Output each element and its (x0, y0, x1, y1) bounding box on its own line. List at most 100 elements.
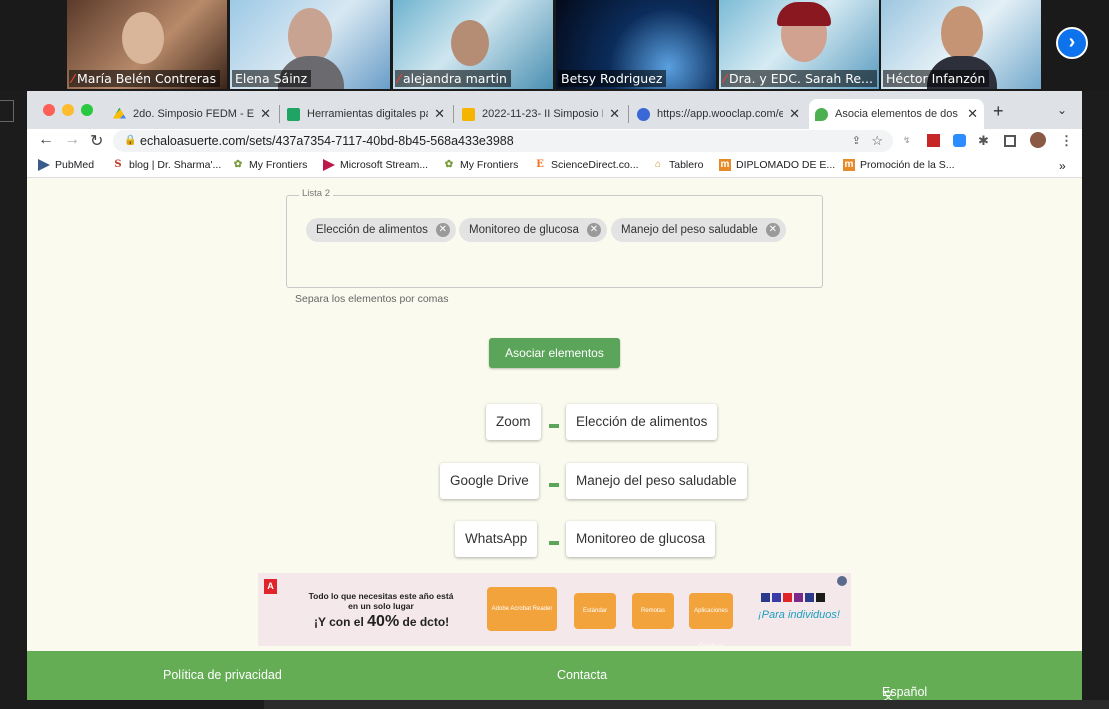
browser-menu-icon[interactable]: ⋮ (1060, 133, 1073, 149)
contact-link[interactable]: Contacta (557, 668, 607, 682)
new-tab-button[interactable]: + (993, 101, 1004, 122)
page-content: Lista 2 Elección de alimentos ✕ Monitoreo… (27, 179, 1082, 703)
close-tab-icon[interactable]: ✕ (967, 106, 978, 122)
close-tab-icon[interactable]: ✕ (434, 106, 445, 122)
ad-headline: Todo lo que necesitas este año está en u… (308, 591, 454, 611)
tablero-icon: ⌂ (654, 159, 662, 170)
moodle-icon: m (843, 159, 855, 171)
extension-red-icon[interactable] (927, 134, 940, 147)
google-sheets-icon (287, 107, 300, 121)
frontiers-icon: ✿ (444, 159, 454, 170)
privacy-policy-link[interactable]: Política de privacidad (163, 668, 282, 682)
pair-connector (549, 483, 559, 487)
result-right-item: Monitoreo de glucosa (566, 521, 716, 557)
indesign-icon (805, 593, 814, 602)
address-bar[interactable]: 🔒 echaloasuerte.com/sets/437a7354-7117-4… (113, 130, 893, 152)
tab-wooclap[interactable]: https://app.wooclap.com/e ✕ (631, 99, 806, 129)
back-icon[interactable]: ← (38, 131, 54, 149)
remove-chip-icon[interactable]: ✕ (435, 223, 450, 237)
participant-name: alejandra martin (403, 71, 507, 86)
extensions-puzzle-icon[interactable]: ✱ (978, 133, 989, 149)
participant-tile[interactable]: Betsy Rodriguez (556, 0, 716, 89)
result-left-item: Zoom (486, 404, 541, 440)
list2-chip: Elección de alimentos ✕ (306, 218, 456, 242)
bookmark-star-icon[interactable]: ☆ (871, 130, 883, 152)
participant-name: Héctor Infanzón (886, 71, 986, 86)
participant-tile[interactable]: ⁄ María Belén Contreras (67, 0, 227, 89)
bookmark-diplomado[interactable]: m DIPLOMADO DE E... (719, 159, 835, 171)
bookmark-pubmed[interactable]: PubMed (38, 159, 94, 171)
acrobat-icon (783, 593, 792, 602)
creative-cloud-icon (816, 593, 825, 602)
pair-connector (549, 541, 559, 545)
browser-toolbar: ← → ↻ 🔒 echaloasuerte.com/sets/437a7354-… (27, 129, 1082, 154)
os-taskbar (264, 700, 1109, 709)
translate-extension-icon[interactable]: ↯ (903, 135, 911, 146)
ad-folder: Remotas (632, 593, 674, 629)
chevron-right-icon: › (1068, 31, 1076, 53)
browser-window: 2do. Simposio FEDM - Ele ✕ Herramientas d… (27, 91, 1082, 703)
maximize-window-button[interactable] (81, 104, 93, 116)
close-tab-icon[interactable]: ✕ (609, 106, 620, 122)
minimize-window-button[interactable] (62, 104, 74, 116)
ad-offer: ¡Y con el 40% de dcto! (314, 613, 450, 630)
muted-mic-icon: ⁄ (398, 72, 401, 86)
bookmark-sciencedirect[interactable]: E ScienceDirect.co... (534, 159, 638, 171)
page-footer: Política de privacidad Contacta 文 Españo… (27, 651, 1082, 703)
adobe-logo-icon: A (264, 579, 277, 594)
bookmark-my-frontiers-2[interactable]: ✿ My Frontiers (443, 159, 519, 171)
pair-connector (549, 424, 559, 428)
tab-search-button[interactable]: ⌄ (1057, 103, 1067, 117)
tab-separator (453, 105, 454, 123)
remove-chip-icon[interactable]: ✕ (586, 223, 601, 237)
muted-mic-icon: ⁄ (72, 72, 75, 86)
close-tab-icon[interactable]: ✕ (789, 106, 800, 122)
close-tab-icon[interactable]: ✕ (260, 106, 271, 122)
result-left-item: Google Drive (440, 463, 539, 499)
ad-info-icon[interactable] (837, 576, 847, 586)
participant-tile[interactable]: ⁄ alejandra martin (393, 0, 553, 89)
tab-simposio-slides[interactable]: 2022-11-23- II Simposio In ✕ (456, 99, 626, 129)
photoshop-icon (761, 593, 770, 602)
participant-name: Dra. y EDC. Sarah Re... (729, 71, 873, 86)
lightroom-icon (772, 593, 781, 602)
bookmark-microsoft-stream[interactable]: Microsoft Stream... (323, 159, 428, 171)
tab-simposio-drive[interactable]: 2do. Simposio FEDM - Ele ✕ (107, 99, 277, 129)
participant-name: Betsy Rodriguez (561, 71, 663, 86)
associate-button[interactable]: Asociar elementos (489, 338, 620, 368)
bookmarks-overflow-button[interactable]: » (1059, 159, 1066, 173)
bookmark-promocion[interactable]: m Promoción de la S... (843, 159, 955, 171)
ad-folder: Aplicaciones Creativas (689, 593, 733, 646)
bookmark-my-frontiers[interactable]: ✿ My Frontiers (232, 159, 308, 171)
profile-avatar[interactable] (1030, 132, 1046, 148)
participant-tile[interactable]: Elena Sáinz (230, 0, 390, 89)
tab-asocia-elementos[interactable]: Asocia elementos de dos l ✕ (809, 99, 984, 129)
s-icon: S (114, 159, 122, 170)
tab-herramientas-sheets[interactable]: Herramientas digitales par ✕ (281, 99, 451, 129)
participant-tile-active-speaker[interactable]: Héctor Infanzón (881, 0, 1041, 89)
list-hint: Separa los elementos por comas (295, 293, 449, 305)
bookmark-tablero[interactable]: ⌂ Tablero (652, 159, 703, 171)
participant-tile[interactable]: ⁄ Dra. y EDC. Sarah Re... (719, 0, 879, 89)
participants-strip: ⁄ María Belén Contreras Elena Sáinz ⁄ alej… (0, 0, 1109, 90)
wooclap-icon (637, 107, 650, 121)
forward-icon[interactable]: → (64, 131, 80, 149)
adobe-ad-banner[interactable]: A Todo lo que necesitas este año está en… (258, 573, 851, 646)
ad-folder: Estándar (574, 593, 616, 629)
bookmark-blog-sharma[interactable]: Sblog | Dr. Sharma'... (112, 159, 221, 171)
close-window-button[interactable] (43, 104, 55, 116)
reload-icon[interactable]: ↻ (90, 131, 103, 151)
side-panel-icon[interactable] (1004, 135, 1016, 147)
share-icon[interactable]: ⇪ (852, 130, 861, 152)
window-edge (0, 100, 14, 122)
stream-icon (323, 159, 335, 171)
participant-name: Elena Sáinz (235, 71, 308, 86)
tab-separator (628, 105, 629, 123)
list2-field[interactable]: Lista 2 Elección de alimentos ✕ Monitoreo… (286, 188, 823, 288)
zoom-extension-icon[interactable] (953, 134, 966, 147)
next-participants-button[interactable]: › (1056, 27, 1088, 59)
remove-chip-icon[interactable]: ✕ (765, 223, 780, 237)
pubmed-icon (38, 159, 50, 171)
premiere-icon (794, 593, 803, 602)
list2-chip: Monitoreo de glucosa ✕ (459, 218, 607, 242)
